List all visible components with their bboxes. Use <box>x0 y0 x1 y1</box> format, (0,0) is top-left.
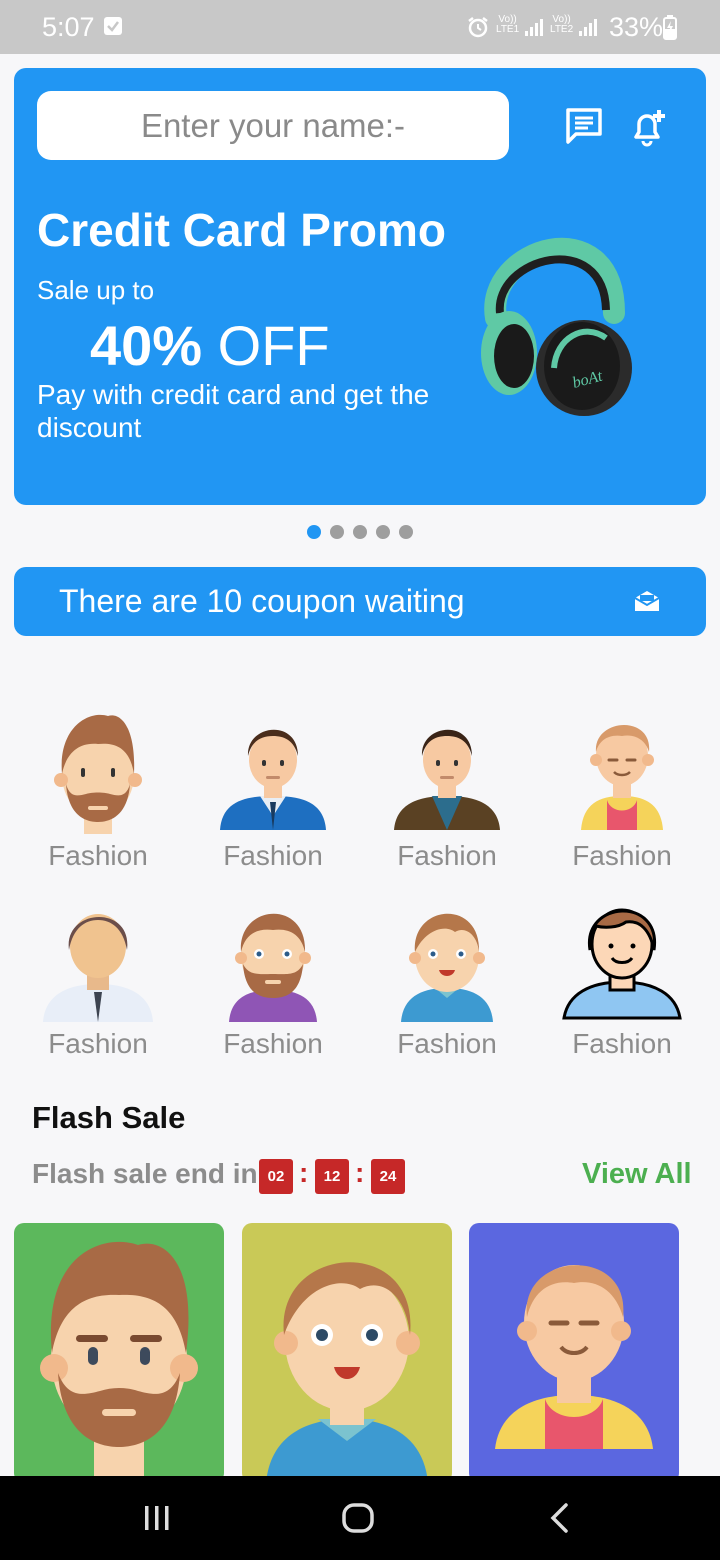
category-label: Fashion <box>572 840 672 871</box>
man-brown-jacket-avatar <box>394 729 500 830</box>
status-bar: 5:07 Vo)) LTE1 Vo)) LTE2 33% <box>0 0 720 54</box>
alarm-icon <box>466 15 490 44</box>
promo-subtitle: Sale up to <box>37 275 155 305</box>
view-all-link[interactable]: View All <box>582 1158 692 1191</box>
carousel-indicator <box>307 525 413 539</box>
category-item[interactable]: Fashion <box>23 898 173 1059</box>
category-item[interactable]: Fashion <box>372 710 522 871</box>
network-lte2-label: Vo)) LTE2 <box>550 15 573 35</box>
carousel-dot[interactable] <box>353 525 367 539</box>
promo-banner[interactable]: Credit Card Promo Sale up to 40% OFF Pay… <box>14 68 706 505</box>
timer-separator: : <box>299 1157 309 1188</box>
network-lte1-label: Vo)) LTE1 <box>496 15 519 35</box>
back-icon[interactable] <box>546 1500 574 1541</box>
bearded-man-avatar <box>54 714 142 834</box>
message-icon[interactable] <box>564 106 604 151</box>
carousel-dot[interactable] <box>376 525 390 539</box>
net1-line2: LTE1 <box>496 24 520 35</box>
category-item[interactable]: Fashion <box>198 710 348 871</box>
flash-sale-card[interactable] <box>469 1223 679 1483</box>
bearded-man-image <box>40 1241 198 1483</box>
recent-apps-icon[interactable] <box>143 1500 171 1541</box>
category-item[interactable]: Fashion <box>372 898 522 1059</box>
battery-charging-icon <box>662 14 678 45</box>
signal-icon <box>578 17 600 42</box>
carousel-dot-active[interactable] <box>307 525 321 539</box>
man-yellow-shirt-avatar <box>581 724 663 830</box>
notification-add-icon[interactable] <box>628 106 670 153</box>
battery-percent: 33% <box>609 12 664 42</box>
category-label: Fashion <box>48 1028 148 1059</box>
checkbox-notification-icon <box>104 17 122 35</box>
coupon-text: There are 10 coupon waiting <box>59 583 465 619</box>
home-icon[interactable] <box>340 1500 376 1541</box>
man-yellow-shirt-image <box>495 1265 653 1449</box>
category-label: Fashion <box>572 1028 672 1059</box>
category-label: Fashion <box>223 1028 323 1059</box>
businessman-blue-suit-avatar <box>220 729 326 830</box>
smiling-man-blue-shirt-avatar <box>401 913 493 1022</box>
status-time: 5:07 <box>42 12 95 42</box>
bearded-man-purple-avatar <box>229 913 317 1022</box>
timer-separator: : <box>355 1157 365 1188</box>
flash-sale-card[interactable] <box>242 1223 452 1483</box>
category-item[interactable]: Fashion <box>23 710 173 871</box>
coupon-bar[interactable]: There are 10 coupon waiting <box>14 567 706 636</box>
flash-sale-end-label: Flash sale end in <box>32 1158 258 1189</box>
promo-title: Credit Card Promo <box>37 204 446 256</box>
category-label: Fashion <box>397 840 497 871</box>
system-nav-bar <box>0 1476 720 1560</box>
category-item[interactable]: Fashion <box>198 898 348 1059</box>
cartoon-boy-avatar <box>562 908 682 1020</box>
headphones-image: boAt <box>481 237 632 416</box>
promo-discount: 40% OFF <box>90 313 330 378</box>
category-label: Fashion <box>48 840 148 871</box>
discount-value: 40% <box>90 314 203 377</box>
category-label: Fashion <box>223 840 323 871</box>
mail-open-icon <box>634 589 660 618</box>
carousel-dot[interactable] <box>330 525 344 539</box>
signal-icon <box>524 17 546 42</box>
timer-hours: 02 <box>259 1159 293 1194</box>
category-label: Fashion <box>397 1028 497 1059</box>
category-item[interactable]: Fashion <box>547 898 697 1059</box>
net2-line2: LTE2 <box>550 24 574 35</box>
category-item[interactable]: Fashion <box>547 710 697 871</box>
flash-sale-title: Flash Sale <box>32 1100 186 1135</box>
faceless-man-shirt-avatar <box>43 914 153 1022</box>
name-input[interactable] <box>37 91 509 160</box>
carousel-dot[interactable] <box>399 525 413 539</box>
promo-description: Pay with credit card and get the discoun… <box>37 379 430 443</box>
discount-word: OFF <box>217 314 330 377</box>
smiling-man-image <box>266 1262 428 1483</box>
flash-sale-card[interactable] <box>14 1223 224 1483</box>
timer-seconds: 24 <box>371 1159 405 1194</box>
timer-minutes: 12 <box>315 1159 349 1194</box>
